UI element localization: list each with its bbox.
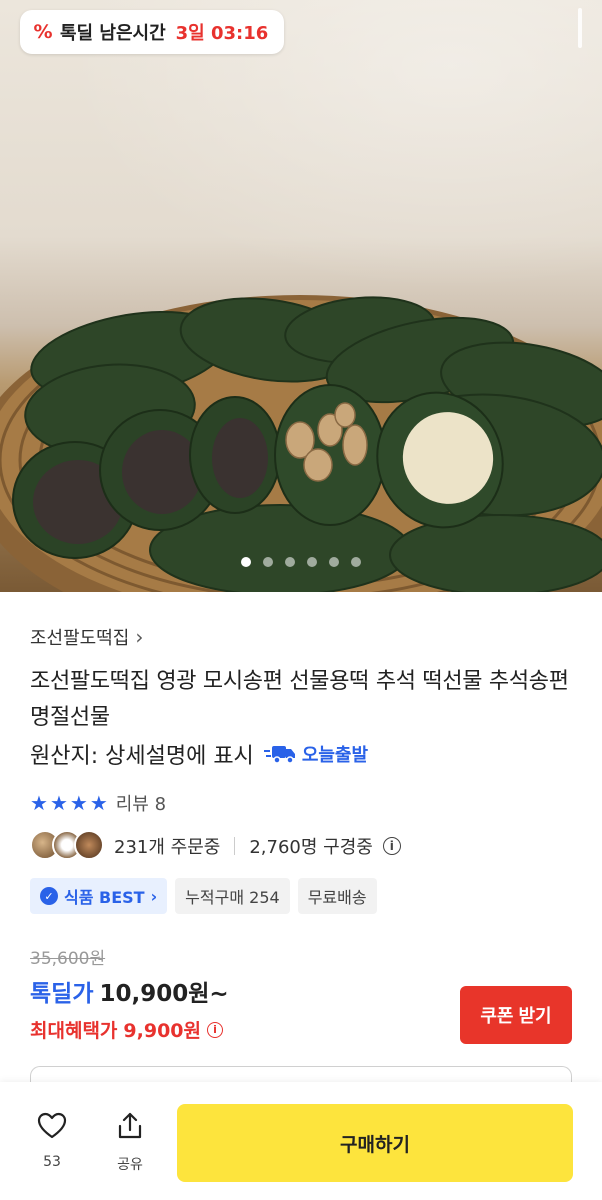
truck-icon bbox=[263, 746, 295, 764]
deal-timer-time: 3일 03:16 bbox=[175, 23, 269, 44]
carousel-dots[interactable] bbox=[0, 557, 602, 567]
heart-icon bbox=[37, 1112, 67, 1139]
carousel-dot[interactable] bbox=[263, 557, 273, 567]
max-benefit-price: 9,900원 bbox=[123, 1020, 201, 1042]
coupon-button[interactable]: 쿠폰 받기 bbox=[460, 986, 572, 1044]
best-tag[interactable]: ✓ 식품 BEST › bbox=[30, 878, 168, 914]
carousel-dot[interactable] bbox=[285, 557, 295, 567]
product-image[interactable]: % 톡딜 남은시간 3일 03:16 bbox=[0, 0, 602, 592]
deal-timer-badge: % 톡딜 남은시간 3일 03:16 bbox=[20, 10, 285, 54]
origin-row: 원산지: 상세설명에 표시 오늘출발 bbox=[30, 738, 368, 770]
shipping-badge: 오늘출발 bbox=[263, 741, 369, 767]
bottom-action-bar: 53 공유 구매하기 bbox=[0, 1082, 602, 1200]
info-icon[interactable]: i bbox=[382, 837, 401, 855]
star-icon: ★ bbox=[30, 791, 48, 815]
product-title: 조선팔도떡집 영광 모시송편 선물용떡 추석 떡선물 추석송편 명절선물 bbox=[30, 669, 569, 730]
buyers-row: 231개 주문중 2,760명 구경중 i bbox=[30, 830, 401, 862]
store-name: 조선팔도떡집 bbox=[30, 628, 130, 649]
chevron-right-icon: › bbox=[150, 886, 158, 906]
divider bbox=[234, 837, 236, 855]
carousel-dot[interactable] bbox=[329, 557, 339, 567]
share-label: 공유 bbox=[117, 1157, 143, 1173]
carousel-dot[interactable] bbox=[351, 557, 361, 567]
watchers-text: 2,760명 구경중 bbox=[249, 837, 373, 858]
carousel-dot[interactable] bbox=[307, 557, 317, 567]
status-indicator bbox=[578, 8, 582, 48]
free-shipping-tag: 무료배송 bbox=[297, 878, 377, 914]
chevron-right-icon: › bbox=[135, 625, 144, 649]
shipping-badge-label: 오늘출발 bbox=[301, 745, 369, 766]
deal-price-row: 톡딜가 10,900원~ bbox=[30, 974, 229, 1008]
rating-row[interactable]: ★ ★ ★ ★ 리뷰 8 bbox=[30, 790, 166, 816]
orders-text: 231개 주문중 bbox=[114, 837, 221, 858]
product-photo-illustration bbox=[0, 295, 602, 592]
percent-icon: % bbox=[33, 21, 53, 43]
star-icon: ★ bbox=[89, 791, 108, 815]
rating-stars: ★ ★ ★ ★ bbox=[30, 793, 108, 813]
buy-button[interactable]: 구매하기 bbox=[177, 1104, 573, 1182]
origin-text: 원산지: 상세설명에 표시 bbox=[30, 744, 254, 769]
tags-row: ✓ 식품 BEST › 누적구매 254 무료배송 bbox=[30, 878, 377, 914]
like-count: 53 bbox=[43, 1154, 61, 1170]
deal-price: 10,900원~ bbox=[99, 981, 229, 1007]
like-button[interactable]: 53 bbox=[22, 1110, 82, 1180]
star-icon: ★ bbox=[49, 791, 68, 815]
deal-price-label: 톡딜가 bbox=[30, 981, 94, 1007]
deal-timer-label: 톡딜 남은시간 bbox=[60, 23, 166, 44]
max-benefit-row: 최대혜택가 9,900원 i bbox=[30, 1016, 223, 1043]
buyer-avatars bbox=[30, 830, 104, 862]
cumulative-tag: 누적구매 254 bbox=[175, 878, 290, 914]
share-button[interactable]: 공유 bbox=[100, 1110, 160, 1180]
review-link[interactable]: 리뷰 8 bbox=[116, 790, 166, 816]
badge-icon: ✓ bbox=[40, 887, 58, 905]
max-benefit-label: 최대혜택가 bbox=[30, 1020, 118, 1042]
avatar bbox=[74, 830, 104, 860]
info-icon[interactable]: i bbox=[207, 1021, 223, 1038]
original-price: 35,600원 bbox=[30, 949, 106, 969]
star-icon: ★ bbox=[69, 791, 88, 815]
share-icon bbox=[118, 1112, 142, 1139]
best-tag-label: 식품 BEST bbox=[64, 888, 145, 907]
carousel-dot[interactable] bbox=[241, 557, 251, 567]
store-link[interactable]: 조선팔도떡집 › bbox=[30, 624, 143, 650]
